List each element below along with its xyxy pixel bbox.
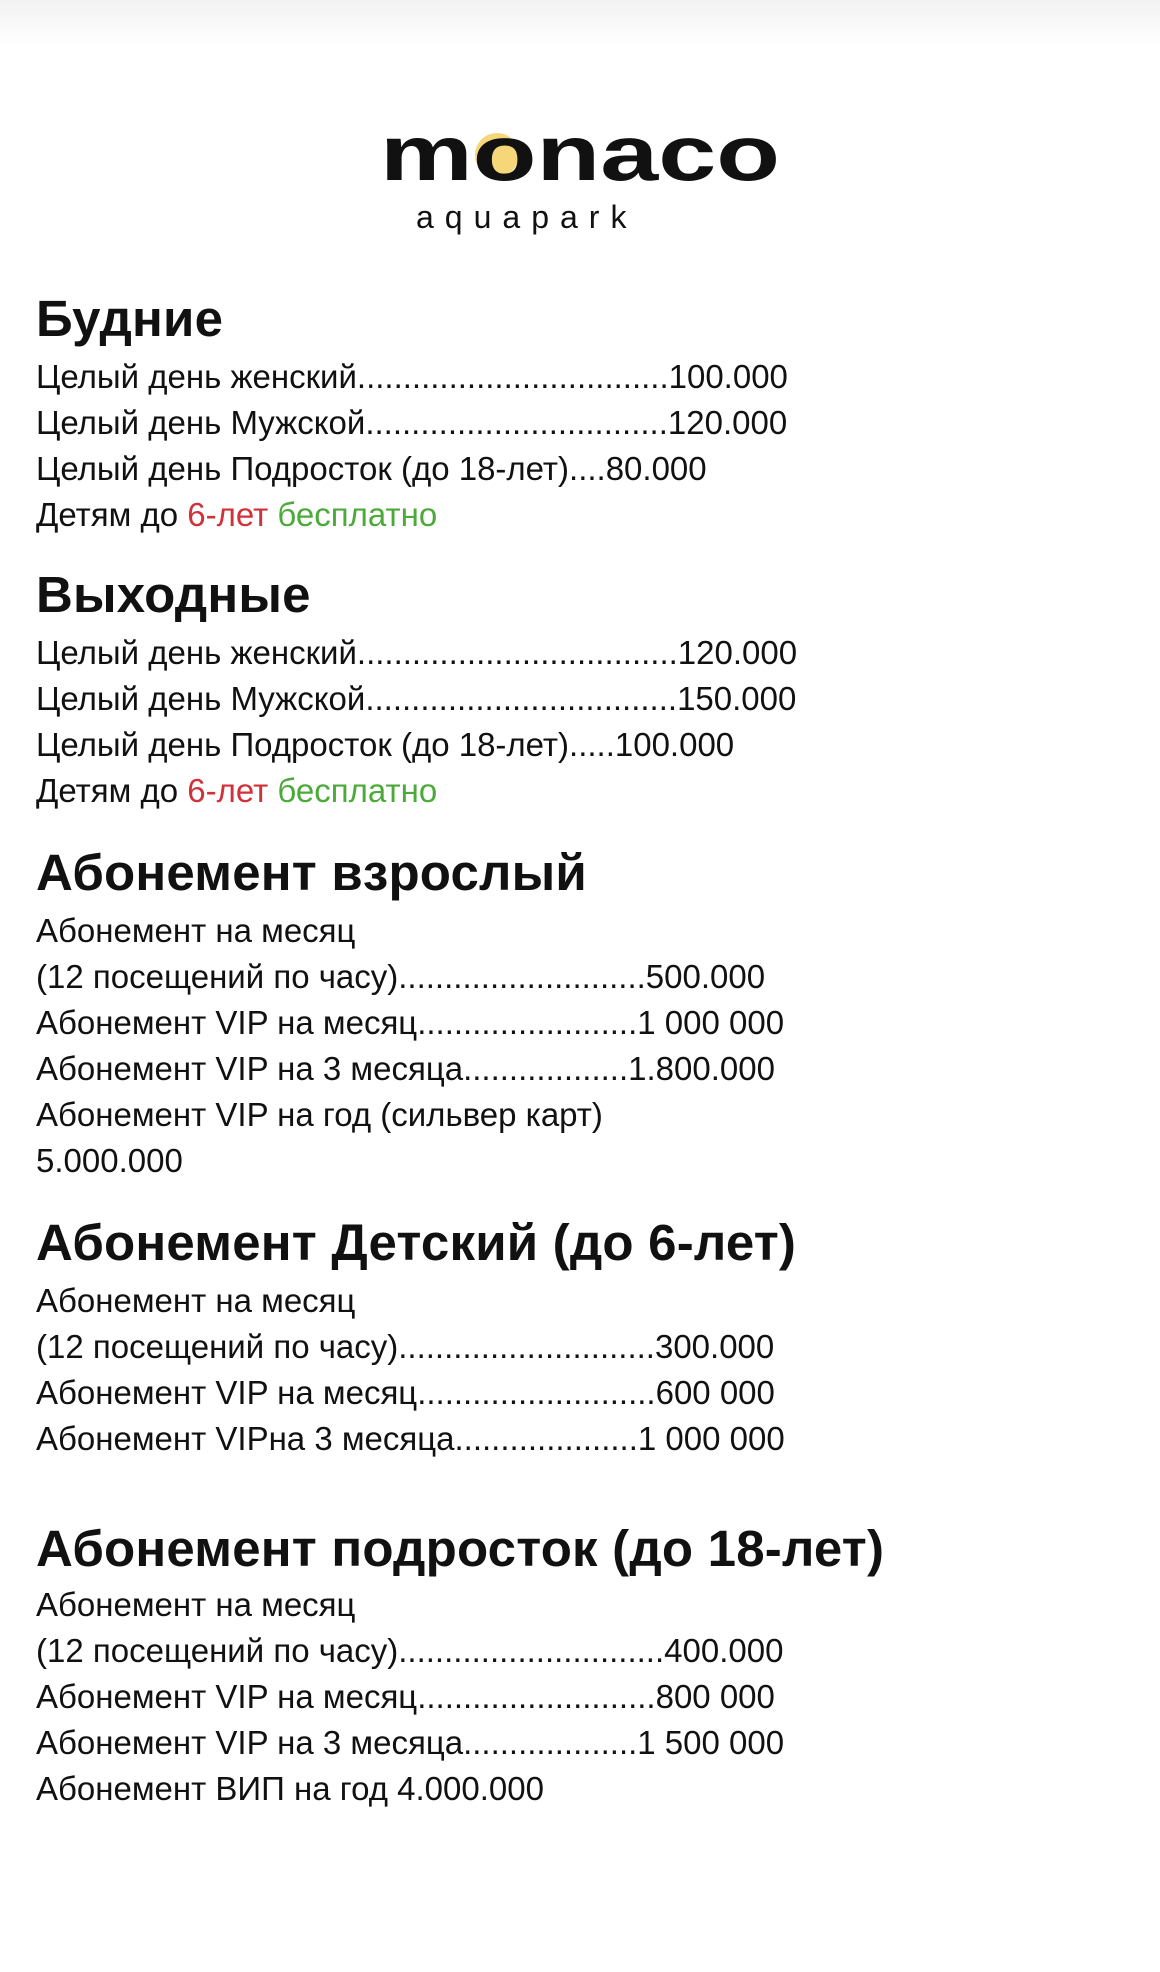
price-line: Целый день женский......................… [36,358,788,395]
section-title: Абонемент подросток (до 18-лет) [36,1520,885,1577]
kids-free: бесплатно [268,772,438,809]
section-weekends: Выходные Целый день женский.............… [36,566,1116,814]
price-line: (12 посещений по часу)..................… [36,1328,775,1365]
price-line: Целый день женский......................… [36,634,798,671]
section-title: Абонемент Детский (до 6-лет) [36,1214,797,1271]
section-title: Выходные [36,566,311,623]
price-line: Абонемент VIP на год (сильвер карт) [36,1096,603,1133]
price-line: Целый день Подросток (до 18-лет)....80.0… [36,450,707,487]
logo: monaco aquapark [0,100,1160,250]
price-line: 5.000.000 [36,1142,183,1179]
section-teen-pass: Абонемент подросток (до 18-лет) Абонемен… [36,1522,1116,1812]
price-line: Абонемент VIP на месяц..................… [36,1004,785,1041]
section-title: Будние [36,290,224,347]
kids-prefix: Детям до [36,496,188,533]
price-line: Абонемент на месяц [36,1586,356,1623]
price-line: Абонемент VIP на 3 месяца...............… [36,1050,775,1087]
price-line: (12 посещений по часу)..................… [36,958,766,995]
price-line: Абонемент ВИП на год 4.000.000 [36,1770,544,1807]
price-line: (12 посещений по часу)..................… [36,1632,784,1669]
price-line: Абонемент на месяц [36,1282,356,1319]
kids-prefix: Детям до [36,772,188,809]
price-line: Абонемент VIPна 3 месяца................… [36,1420,785,1457]
price-line: Целый день Мужской......................… [36,404,788,441]
price-line: Абонемент VIP на месяц..................… [36,1374,775,1411]
price-line: Абонемент VIP на 3 месяца...............… [36,1724,785,1761]
kids-free-line: Детям до 6-лет бесплатно [36,768,1116,814]
price-line: Целый день Подросток (до 18-лет).....100… [36,726,735,763]
monaco-logo-graphic: monaco aquapark [380,109,780,235]
logo-subtitle: aquapark [416,199,637,235]
price-line: Абонемент VIP на месяц..................… [36,1678,775,1715]
section-weekdays: Будние Целый день женский...............… [36,290,1116,538]
section-kids-pass: Абонемент Детский (до 6-лет) Абонемент н… [36,1214,1116,1462]
section-title: Абонемент взрослый [36,844,587,901]
section-adult-pass: Абонемент взрослый Абонемент на месяц (1… [36,844,1116,1184]
kids-free-line: Детям до 6-лет бесплатно [36,492,1116,538]
top-fade [0,0,1160,46]
logo-wordmark: monaco [380,109,780,197]
price-line: Абонемент на месяц [36,912,356,949]
kids-age: 6-лет [187,772,269,809]
price-line: Целый день Мужской......................… [36,680,797,717]
price-list: Будние Целый день женский...............… [36,290,1116,1812]
kids-age: 6-лет [187,496,269,533]
kids-free: бесплатно [268,496,438,533]
